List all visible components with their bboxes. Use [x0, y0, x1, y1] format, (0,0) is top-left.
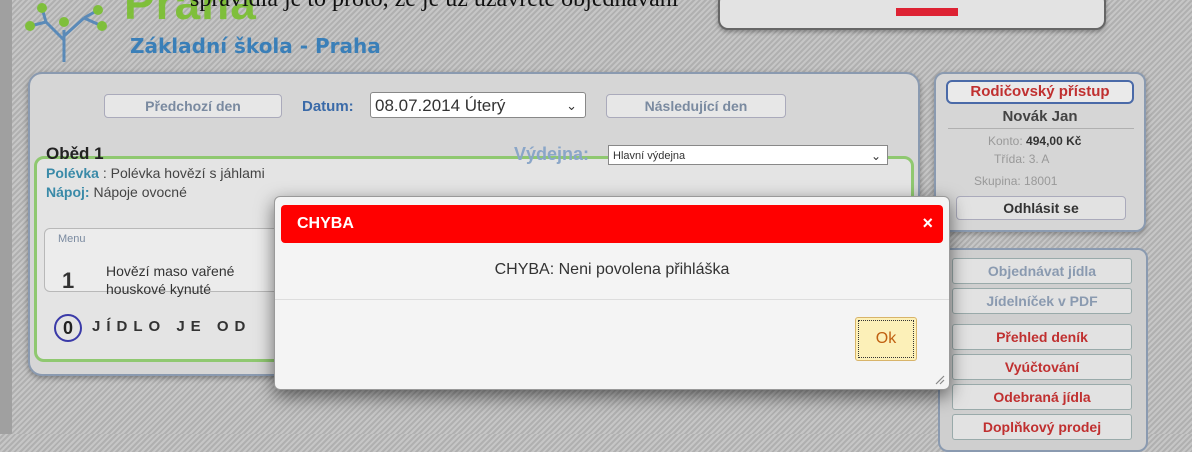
dialog-message: CHYBA: Neni povolena přihláška	[494, 261, 730, 278]
soup-key: Polévka	[46, 165, 99, 181]
trida-value: 3. A	[1028, 152, 1050, 166]
vydejna-label: Výdejna:	[514, 144, 590, 164]
school-logo-icon	[25, 3, 107, 62]
next-day-button[interactable]: Následující den	[606, 94, 786, 118]
logout-button[interactable]: Odhlásit se	[956, 196, 1126, 220]
drink-key: Nápoj:	[46, 184, 90, 200]
close-icon[interactable]: ×	[922, 213, 933, 234]
red-badge	[896, 8, 958, 16]
date-value: 08.07.2014 Úterý	[375, 96, 506, 115]
menu-text-line-1: Hovězí maso vařené	[106, 263, 235, 279]
dialog-title: CHYBA	[297, 215, 354, 232]
vydejna-value: Hlavní výdejna	[613, 150, 686, 162]
menu-number: 1	[62, 268, 75, 293]
konto-label: Konto:	[988, 134, 1023, 148]
drink-line: Nápoj: Nápoje ovocné	[46, 184, 187, 200]
dialog-divider	[275, 299, 949, 300]
date-select[interactable]: 08.07.2014 Úterý ⌄	[370, 92, 586, 118]
order-count: 0	[54, 314, 82, 342]
chevron-down-icon: ⌄	[870, 149, 881, 163]
skupina-row: Skupina: 18001	[974, 174, 1057, 188]
school-name: Základní škola - Praha	[130, 34, 381, 58]
menu-pdf-button[interactable]: Jídelníček v PDF	[952, 288, 1132, 314]
top-caption: správidla je to proto, že je už uzavřeté…	[190, 0, 678, 13]
date-label: Datum:	[302, 98, 354, 115]
skupina-value: 18001	[1024, 174, 1058, 188]
order-meals-button[interactable]: Objednávat jídla	[952, 258, 1132, 284]
ok-button[interactable]: Ok	[855, 317, 917, 361]
meal-closed-text: JÍDLO JE OD	[92, 318, 252, 335]
konto-value: 494,00 Kč	[1026, 134, 1082, 148]
dialog-header: CHYBA ×	[281, 205, 943, 243]
konto-row: Konto: 494,00 Kč	[988, 134, 1081, 148]
billing-button[interactable]: Vyúčtování	[952, 354, 1132, 380]
menu-text-line-2: houskové kynuté	[106, 281, 212, 297]
error-dialog: CHYBA × CHYBA: Neni povolena přihláška O…	[274, 196, 950, 390]
vydejna-select[interactable]: Hlavní výdejna ⌄	[608, 145, 888, 165]
soup-value: : Polévka hovězí s jáhlami	[98, 165, 265, 181]
top-right-box	[718, 0, 1106, 30]
parent-access-button[interactable]: Rodičovský přístup	[946, 80, 1134, 104]
side-menu-panel: Objednávat jídla Jídelníček v PDF Přehle…	[938, 248, 1148, 452]
extra-sales-button[interactable]: Doplňkový prodej	[952, 414, 1132, 440]
chevron-down-icon: ⌄	[566, 98, 577, 113]
resize-grip-icon[interactable]	[933, 373, 945, 385]
prev-day-button[interactable]: Předchozí den	[104, 94, 282, 118]
meal-title: Oběd 1	[46, 144, 104, 163]
skupina-label: Skupina:	[974, 174, 1021, 188]
soup-line: Polévka : Polévka hovězí s jáhlami	[46, 165, 265, 181]
trida-row: Třída: 3. A	[994, 152, 1049, 166]
trida-label: Třída:	[994, 152, 1026, 166]
user-name: Novák Jan	[1002, 108, 1078, 125]
overview-button[interactable]: Přehled deník	[952, 324, 1132, 350]
drink-value: Nápoje ovocné	[89, 184, 187, 200]
menu-header: Menu	[58, 233, 86, 245]
divider	[948, 128, 1134, 129]
left-edge-strip	[0, 0, 12, 434]
taken-meals-button[interactable]: Odebraná jídla	[952, 384, 1132, 410]
